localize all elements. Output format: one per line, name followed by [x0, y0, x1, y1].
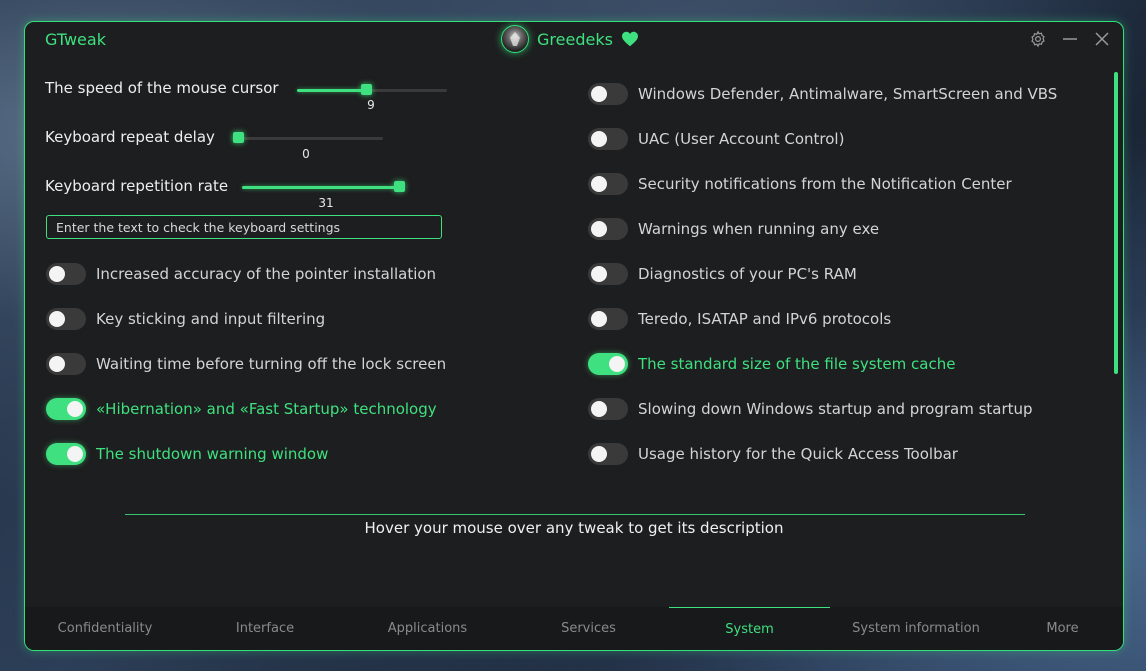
avatar[interactable]	[501, 25, 529, 53]
toggle-row-ram-diagnostics[interactable]: Diagnostics of your PC's RAM	[588, 261, 857, 287]
description-divider	[125, 514, 1025, 515]
toggle-switch[interactable]	[588, 398, 628, 420]
close-icon	[1095, 32, 1109, 46]
toggle-label: Usage history for the Quick Access Toolb…	[638, 445, 958, 463]
toggle-row-shutdown-warning[interactable]: The shutdown warning window	[46, 441, 328, 467]
toggle-label: Warnings when running any exe	[638, 220, 880, 238]
repetition-rate-value: 31	[318, 196, 334, 210]
mouse-speed-slider[interactable]	[297, 84, 447, 95]
toggle-switch[interactable]	[588, 263, 628, 285]
toggle-label: Key sticking and input filtering	[96, 310, 326, 328]
toggle-switch[interactable]	[588, 83, 628, 105]
toggle-row-pointer-accuracy[interactable]: Increased accuracy of the pointer instal…	[46, 261, 436, 287]
mouse-speed-slider-thumb[interactable]	[361, 84, 372, 95]
toggle-label: «Hibernation» and «Fast Startup» technol…	[96, 400, 437, 418]
toggle-row-key-sticking[interactable]: Key sticking and input filtering	[46, 306, 325, 332]
minimize-icon	[1063, 38, 1077, 40]
tab-interface[interactable]: Interface	[185, 607, 345, 650]
toggle-switch[interactable]	[588, 128, 628, 150]
toggle-row-security-notifications[interactable]: Security notifications from the Notifica…	[588, 171, 1012, 197]
toggle-switch[interactable]	[588, 218, 628, 240]
mouse-speed-label: The speed of the mouse cursor	[45, 79, 279, 97]
mouse-speed-value: 9	[367, 98, 375, 112]
user-name: Greedeks	[537, 29, 613, 49]
toggle-label: The shutdown warning window	[96, 445, 329, 463]
toggle-label: Security notifications from the Notifica…	[638, 175, 1012, 193]
toggle-row-hibernation[interactable]: «Hibernation» and «Fast Startup» technol…	[46, 396, 437, 422]
keyboard-test-input[interactable]	[46, 215, 442, 239]
toggle-switch[interactable]	[46, 443, 86, 465]
close-button[interactable]	[1093, 30, 1111, 48]
user-profile[interactable]: Greedeks	[501, 25, 639, 53]
tab-system-information[interactable]: System information	[830, 607, 1002, 650]
toggle-switch[interactable]	[46, 353, 86, 375]
repetition-rate-slider[interactable]	[242, 181, 405, 192]
minimize-button[interactable]	[1061, 30, 1079, 48]
mouse-speed-slider-fill	[297, 89, 366, 92]
toggle-switch[interactable]	[588, 353, 628, 375]
repeat-delay-value: 0	[302, 147, 310, 161]
tab-services[interactable]: Services	[508, 607, 669, 650]
main-window: GTweak Greedeks The speed of the mouse c…	[24, 21, 1124, 651]
repeat-delay-slider-thumb[interactable]	[233, 132, 244, 143]
toggle-row-quick-access-history[interactable]: Usage history for the Quick Access Toolb…	[588, 441, 958, 467]
scrollbar[interactable]	[1114, 72, 1118, 374]
toggle-switch[interactable]	[588, 308, 628, 330]
toggle-row-lock-screen-wait[interactable]: Waiting time before turning off the lock…	[46, 351, 446, 377]
toggle-switch[interactable]	[46, 398, 86, 420]
gear-icon	[1031, 30, 1045, 48]
toggle-row-uac[interactable]: UAC (User Account Control)	[588, 126, 844, 152]
toggle-label: Waiting time before turning off the lock…	[96, 355, 447, 373]
toggle-row-teredo[interactable]: Teredo, ISATAP and IPv6 protocols	[588, 306, 891, 332]
toggle-switch[interactable]	[46, 308, 86, 330]
heart-icon	[621, 31, 638, 47]
toggle-row-startup-delay[interactable]: Slowing down Windows startup and program…	[588, 396, 1033, 422]
tweak-description: Hover your mouse over any tweak to get i…	[364, 519, 784, 537]
repetition-rate-label: Keyboard repetition rate	[45, 177, 229, 195]
toggle-switch[interactable]	[588, 443, 628, 465]
toggle-label: Increased accuracy of the pointer instal…	[96, 265, 437, 283]
repeat-delay-slider[interactable]	[233, 132, 383, 143]
toggle-label: Windows Defender, Antimalware, SmartScre…	[638, 85, 1058, 103]
toggle-label: UAC (User Account Control)	[638, 130, 845, 148]
settings-button[interactable]	[1029, 30, 1047, 48]
toggle-switch[interactable]	[588, 173, 628, 195]
repeat-delay-label: Keyboard repeat delay	[45, 128, 215, 146]
toggle-label: Teredo, ISATAP and IPv6 protocols	[638, 310, 892, 328]
repetition-rate-slider-thumb[interactable]	[394, 181, 405, 192]
tab-more[interactable]: More	[1002, 607, 1123, 650]
tab-bar: Confidentiality Interface Applications S…	[25, 607, 1123, 650]
toggle-label: Slowing down Windows startup and program…	[638, 400, 1033, 418]
toggle-row-fs-cache[interactable]: The standard size of the file system cac…	[588, 351, 955, 377]
tab-confidentiality[interactable]: Confidentiality	[25, 607, 185, 650]
repetition-rate-slider-fill	[242, 186, 399, 189]
toggle-switch[interactable]	[46, 263, 86, 285]
toggle-row-exe-warnings[interactable]: Warnings when running any exe	[588, 216, 879, 242]
toggle-row-defender[interactable]: Windows Defender, Antimalware, SmartScre…	[588, 81, 1057, 107]
toggle-label: The standard size of the file system cac…	[638, 355, 956, 373]
tab-system[interactable]: System	[669, 607, 830, 650]
tab-applications[interactable]: Applications	[347, 607, 508, 650]
window-controls	[1029, 30, 1111, 48]
app-title: GTweak	[45, 30, 106, 49]
toggle-label: Diagnostics of your PC's RAM	[638, 265, 857, 283]
